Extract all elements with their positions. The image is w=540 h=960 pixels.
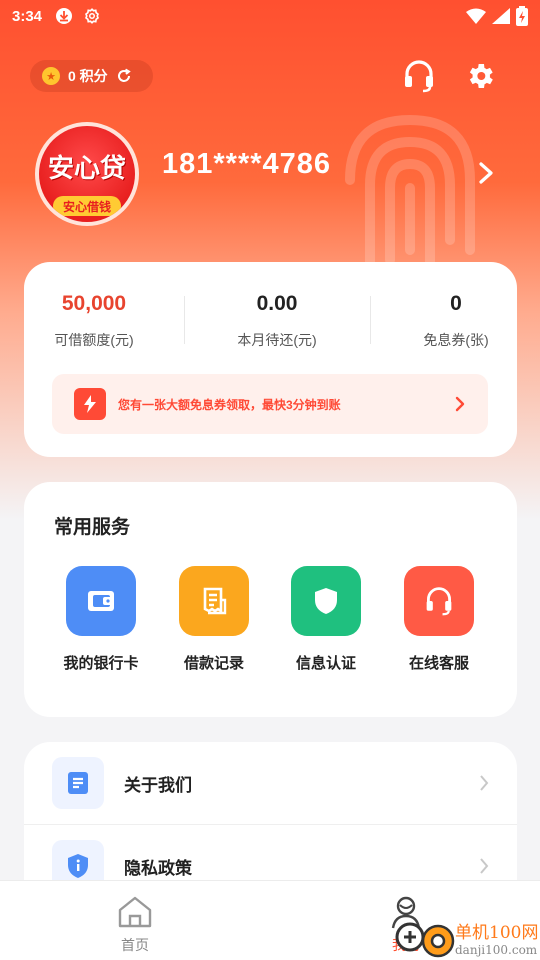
service-verification[interactable]: 信息认证 — [271, 566, 381, 673]
signal-icon — [492, 8, 510, 24]
loan-summary-card: 50,000 可借额度(元) 0.00 本月待还(元) 0 免息券(张) 您有一… — [24, 262, 517, 457]
chevron-right-icon — [455, 396, 465, 412]
service-label: 信息认证 — [295, 655, 356, 672]
points-pill[interactable]: ★ 0 积分 — [30, 60, 153, 92]
wallet-icon — [66, 566, 136, 636]
receipt-icon — [179, 566, 249, 636]
coupon-notice-banner[interactable]: 您有一张大额免息券领取，最快3分钟到账 — [52, 374, 488, 434]
avatar[interactable]: 安心贷 安心借钱 — [35, 122, 139, 226]
tab-label: 首页 — [121, 937, 149, 953]
service-online-support[interactable]: 在线客服 — [384, 566, 494, 673]
service-label: 我的银行卡 — [63, 655, 139, 672]
service-loan-records[interactable]: 借款记录 — [159, 566, 269, 673]
watermark: 单机100网 danji100.com — [455, 918, 540, 957]
chevron-right-icon[interactable] — [475, 160, 497, 186]
stat-label: 可借额度(元) — [54, 332, 134, 348]
stat-value: 0.00 — [256, 292, 298, 315]
headset-icon — [404, 566, 474, 636]
stat-value: 50,000 — [61, 292, 127, 315]
common-services-card: 常用服务 我的银行卡 借款记录 信息认证 在线客服 — [24, 482, 517, 717]
chevron-right-icon — [480, 775, 489, 791]
points-label: 0 积分 — [68, 68, 108, 84]
avatar-title: 安心贷 — [47, 153, 126, 183]
star-coin-icon: ★ — [42, 67, 60, 85]
shield-icon — [291, 566, 361, 636]
stat-label: 免息券(张) — [423, 332, 489, 348]
gear-small-icon — [82, 6, 102, 26]
tab-home[interactable]: 首页 — [95, 895, 175, 955]
watermark-logo — [395, 922, 455, 958]
document-icon — [52, 757, 104, 809]
stat-monthly-due[interactable]: 0.00 本月待还(元) — [207, 292, 347, 350]
customer-service-icon[interactable] — [401, 56, 437, 96]
watermark-text: 单机100网 — [455, 923, 539, 943]
phone-number[interactable]: 181****4786 — [162, 148, 331, 181]
service-label: 借款记录 — [183, 655, 244, 672]
wifi-icon — [466, 8, 486, 24]
divider — [370, 296, 371, 344]
download-icon — [54, 6, 74, 26]
divider — [184, 296, 185, 344]
stat-available-credit[interactable]: 50,000 可借额度(元) — [24, 292, 164, 350]
list-label: 隐私政策 — [124, 858, 192, 878]
status-time: 3:34 — [12, 7, 43, 25]
avatar-logo: 安心贷 安心借钱 — [39, 126, 135, 222]
stat-coupons[interactable]: 0 免息券(张) — [386, 292, 526, 350]
watermark-url: danji100.com — [455, 943, 538, 957]
stat-label: 本月待还(元) — [237, 332, 317, 348]
avatar-subtitle: 安心借钱 — [53, 196, 121, 216]
notice-text: 您有一张大额免息券领取，最快3分钟到账 — [118, 397, 341, 412]
settings-icon[interactable] — [462, 56, 498, 96]
section-title: 常用服务 — [54, 517, 131, 538]
chevron-right-icon — [480, 858, 489, 874]
battery-icon — [516, 6, 528, 26]
home-icon — [118, 896, 152, 928]
refresh-icon[interactable] — [116, 68, 132, 84]
list-item-about[interactable]: 关于我们 — [24, 742, 517, 824]
fingerprint-icon — [345, 114, 475, 275]
lightning-icon — [74, 388, 106, 420]
links-list: 关于我们 隐私政策 — [24, 742, 517, 902]
list-label: 关于我们 — [124, 775, 192, 795]
status-bar: 3:34 — [0, 0, 540, 32]
service-label: 在线客服 — [408, 655, 469, 672]
stat-value: 0 — [450, 292, 462, 315]
status-right-group — [466, 6, 528, 26]
service-bank-card[interactable]: 我的银行卡 — [46, 566, 156, 673]
